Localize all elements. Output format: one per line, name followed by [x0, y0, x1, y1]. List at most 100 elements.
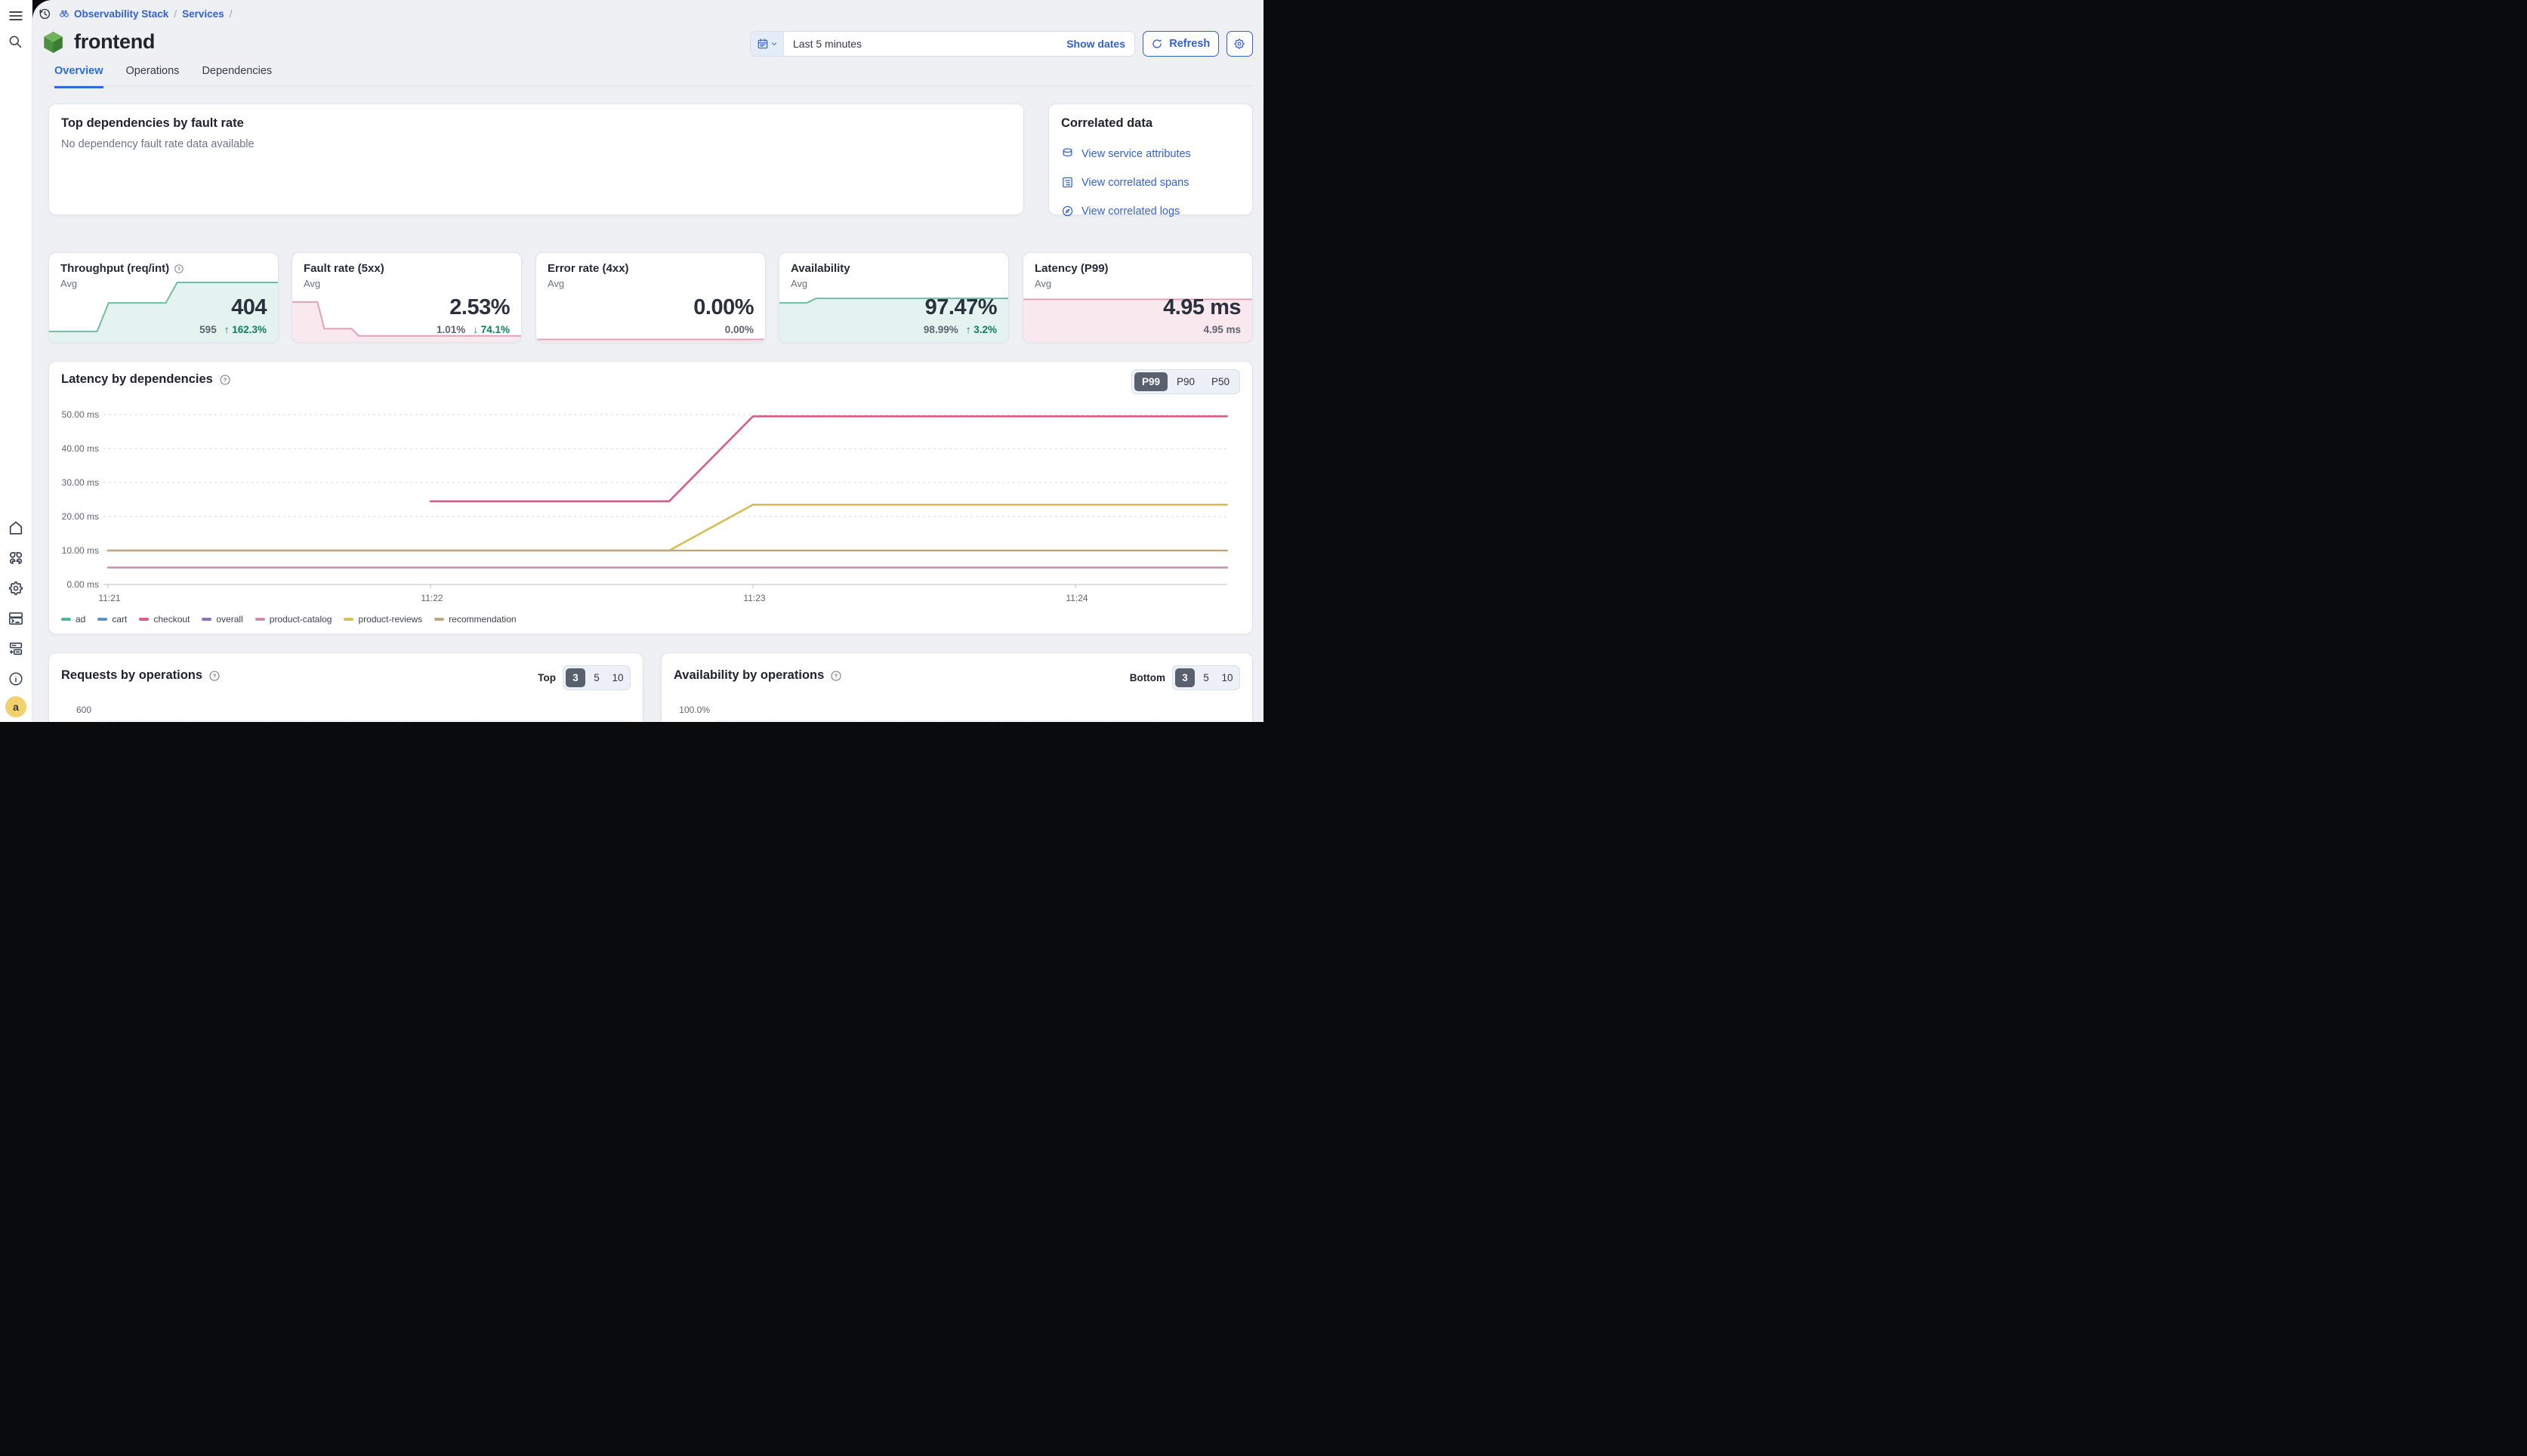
- metric-subtitle: Avg: [1035, 278, 1051, 289]
- breadcrumb-link-services[interactable]: Services: [182, 8, 224, 20]
- correlated-link-view-correlated-spans[interactable]: View correlated spans: [1061, 176, 1240, 189]
- availability-by-operations-panel: Availability by operations ? Bottom 3510…: [661, 652, 1253, 722]
- legend-item-product-reviews[interactable]: product-reviews: [344, 614, 422, 625]
- apps-icon[interactable]: [8, 550, 24, 566]
- correlated-link-view-service-attributes[interactable]: View service attributes: [1061, 147, 1240, 160]
- legend-item-product-catalog[interactable]: product-catalog: [255, 614, 332, 625]
- y-axis-label: 20.00 ms: [62, 511, 99, 522]
- metric-value: 4.95 ms: [1163, 295, 1241, 320]
- date-picker: Last 5 minutes Show dates: [750, 31, 1135, 57]
- legend-item-recommendation[interactable]: recommendation: [434, 614, 516, 625]
- correlated-link-view-correlated-logs[interactable]: View correlated logs: [1061, 205, 1240, 217]
- metric-delta: ↓ 74.1%: [473, 324, 510, 335]
- legend-item-ad[interactable]: ad: [61, 614, 85, 625]
- metric-previous-value: 98.99%: [924, 324, 958, 335]
- bottom-n-selector: Bottom 3510: [1130, 665, 1240, 690]
- percentile-button-p90[interactable]: P90: [1169, 372, 1202, 391]
- metric-subtitle: Avg: [60, 278, 77, 289]
- metric-value: 97.47%: [925, 295, 997, 320]
- dev-tools-icon[interactable]: [8, 610, 24, 627]
- bottom-n-button-3[interactable]: 3: [1175, 668, 1195, 687]
- legend-item-overall[interactable]: overall: [202, 614, 242, 625]
- spans-icon: [1061, 176, 1074, 189]
- breadcrumb-link-observability-stack[interactable]: Observability Stack: [59, 8, 168, 20]
- metric-title: Error rate (4xx): [548, 262, 629, 275]
- top-dependencies-empty-message: No dependency fault rate data available: [61, 138, 1011, 150]
- top-dependencies-title: Top dependencies by fault rate: [61, 116, 1011, 131]
- database-icon: [1061, 147, 1074, 160]
- chevron-down-icon: [770, 40, 778, 48]
- refresh-button[interactable]: Refresh: [1143, 31, 1219, 57]
- metric-card-error-rate-4xx-[interactable]: Error rate (4xx)Avg0.00%0.00%: [535, 252, 766, 343]
- help-icon[interactable]: ?: [830, 670, 842, 682]
- top-n-button-10[interactable]: 10: [608, 668, 628, 687]
- time-range-field[interactable]: Last 5 minutes Show dates: [784, 32, 1134, 56]
- help-icon[interactable]: ?: [208, 670, 221, 682]
- user-avatar[interactable]: a: [5, 696, 26, 717]
- latency-chart[interactable]: 50.00 ms40.00 ms30.00 ms20.00 ms10.00 ms…: [49, 403, 1254, 607]
- top-n-button-3[interactable]: 3: [566, 668, 585, 687]
- service-header: frontend: [43, 30, 155, 54]
- info-icon[interactable]: [8, 671, 24, 687]
- legend-item-cart[interactable]: cart: [97, 614, 127, 625]
- metric-card-fault-rate-5xx-[interactable]: Fault rate (5xx)Avg2.53%1.01%↓ 74.1%: [292, 252, 522, 343]
- help-icon[interactable]: ?: [219, 374, 231, 386]
- refresh-icon: [1151, 38, 1163, 50]
- home-icon[interactable]: [8, 520, 24, 536]
- bottom-n-button-10[interactable]: 10: [1217, 668, 1237, 687]
- recently-viewed-icon[interactable]: [38, 7, 51, 20]
- metric-title: Latency (P99): [1035, 262, 1109, 275]
- availability-chart[interactable]: [716, 696, 1240, 722]
- x-axis-label: 11:22: [421, 593, 443, 603]
- tabs-divider: [48, 85, 1253, 86]
- add-data-icon[interactable]: [8, 640, 24, 657]
- menu-icon[interactable]: [8, 8, 24, 24]
- legend-swatch: [344, 618, 353, 621]
- requests-by-operations-panel: Requests by operations ? Top 3510 600: [48, 652, 643, 722]
- help-icon[interactable]: ?: [174, 264, 184, 274]
- svg-text:?: ?: [835, 672, 838, 679]
- latency-chart-title: Latency by dependencies ?: [61, 372, 231, 387]
- metric-previous-value: 4.95 ms: [1203, 324, 1241, 335]
- metric-card-availability[interactable]: AvailabilityAvg97.47%98.99%↑ 3.2%: [779, 252, 1009, 343]
- time-range-value: Last 5 minutes: [793, 38, 862, 50]
- metric-trend: 595↑ 162.3%: [199, 324, 267, 335]
- svg-text:?: ?: [213, 672, 217, 679]
- x-axis-label: 11:21: [98, 593, 120, 603]
- show-dates-link[interactable]: Show dates: [1066, 38, 1125, 50]
- legend-item-checkout[interactable]: checkout: [139, 614, 190, 625]
- settings-button[interactable]: [1226, 31, 1254, 57]
- binoculars-icon: [59, 8, 69, 19]
- percentile-selector: P99P90P50: [1131, 369, 1240, 394]
- time-controls: Last 5 minutes Show dates Refresh: [750, 31, 1253, 57]
- breadcrumb-separator: /: [230, 8, 233, 20]
- percentile-button-p50[interactable]: P50: [1204, 372, 1237, 391]
- metric-card-throughput-req-int-[interactable]: Throughput (req/int)?Avg404595↑ 162.3%: [48, 252, 279, 343]
- legend-swatch: [202, 618, 211, 621]
- requests-chart[interactable]: [97, 696, 631, 722]
- legend-swatch: [61, 618, 71, 621]
- metric-trend: 0.00%: [725, 324, 754, 335]
- metric-delta: ↑ 3.2%: [966, 324, 997, 335]
- search-icon[interactable]: [8, 34, 23, 49]
- metric-previous-value: 0.00%: [725, 324, 754, 335]
- requests-chart-title: Requests by operations ?: [61, 668, 221, 683]
- top-dependencies-panel: Top dependencies by fault rate No depend…: [48, 103, 1024, 215]
- availability-ytick: 100.0%: [674, 696, 716, 722]
- window-edge-bar: [0, 1450, 2527, 1456]
- calendar-quick-select-button[interactable]: [751, 32, 784, 56]
- percentile-button-p99[interactable]: P99: [1134, 372, 1168, 391]
- metric-trend: 1.01%↓ 74.1%: [437, 324, 510, 335]
- requests-ytick: 600: [61, 696, 97, 722]
- metric-value: 2.53%: [449, 295, 510, 320]
- bottom-n-button-5[interactable]: 5: [1196, 668, 1216, 687]
- y-axis-label: 50.00 ms: [62, 409, 99, 420]
- legend-swatch: [255, 618, 265, 621]
- metric-card-latency-p99-[interactable]: Latency (P99) Avg 4.95 ms 4.95 ms: [1023, 252, 1253, 343]
- left-nav-rail: a: [0, 0, 32, 722]
- top-n-button-5[interactable]: 5: [587, 668, 606, 687]
- gear-icon[interactable]: [8, 580, 24, 597]
- svg-text:?: ?: [224, 376, 227, 383]
- series-line-product-reviews: [108, 504, 1227, 551]
- metric-value: 404: [231, 295, 267, 320]
